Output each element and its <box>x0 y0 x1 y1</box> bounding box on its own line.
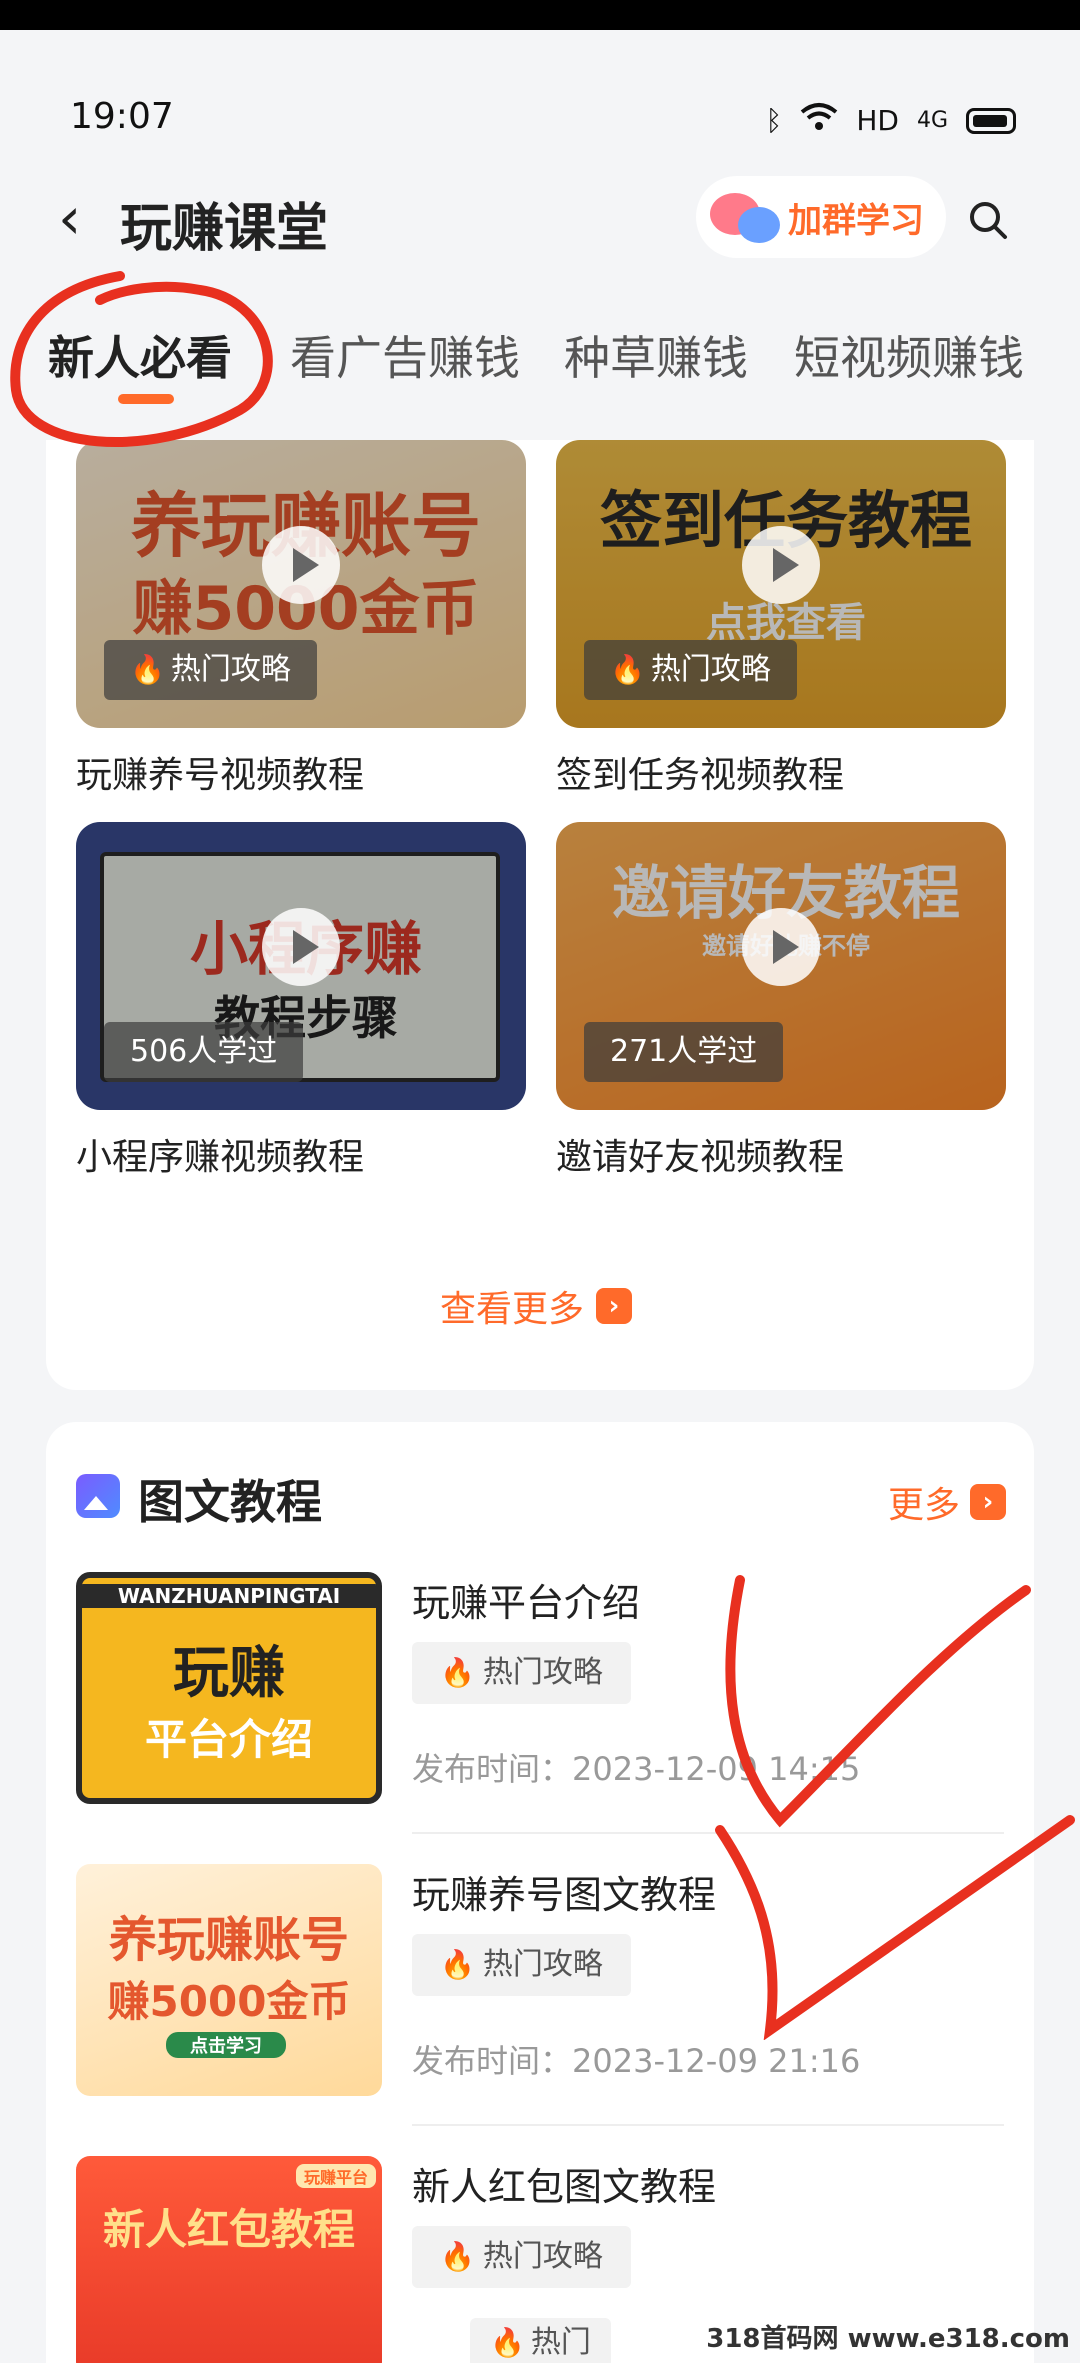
article-publish-time: 发布时间：2023-12-09 21:16 <box>412 2042 861 2080</box>
video-badge: 271人学过 <box>584 1022 784 1082</box>
divider <box>412 1832 1004 1834</box>
tab-newcomer[interactable]: 新人必看 <box>48 322 232 388</box>
status-bar: 19:07 ᛒ HD 4G <box>0 30 1080 160</box>
floating-hot-tag: 🔥 热门 <box>470 2318 611 2363</box>
video-card-4[interactable]: 邀请好友教程 邀请好礼赚不停 271人学过 <box>556 822 1006 1110</box>
wifi-icon <box>800 102 838 139</box>
image-icon <box>76 1474 120 1518</box>
signal-icon: 4G <box>916 108 948 133</box>
battery-icon <box>966 107 1016 134</box>
view-more-link[interactable]: 查看更多 › <box>440 1280 633 1332</box>
network-label: HD <box>856 104 899 137</box>
section-more-link[interactable]: 更多 › <box>888 1476 1006 1528</box>
article-thumb-text: 新人红包教程 <box>102 2205 355 2254</box>
article-thumb-band: 玩赚平台 <box>296 2164 376 2188</box>
article-publish-time: 发布时间：2023-12-09 14:15 <box>412 1750 861 1788</box>
chat-bubble-icon <box>710 189 780 245</box>
section-title: 图文教程 <box>138 1475 322 1529</box>
video-title[interactable]: 邀请好友视频教程 <box>556 1128 844 1180</box>
play-icon[interactable] <box>742 908 820 986</box>
video-badge: 🔥 热门攻略 <box>584 640 797 700</box>
article-title[interactable]: 新人红包图文教程 <box>412 2156 716 2211</box>
video-title[interactable]: 玩赚养号视频教程 <box>76 746 364 798</box>
divider <box>412 2124 1004 2126</box>
article-thumb-sub: 赚5000金币 <box>107 1977 351 2026</box>
article-thumb-text: 玩赚 <box>173 1641 285 1706</box>
chevron-right-icon: › <box>596 1288 633 1324</box>
join-group-label: 加群学习 <box>788 200 924 241</box>
flame-icon: 🔥 <box>490 2326 525 2359</box>
play-icon[interactable] <box>742 526 820 604</box>
page-title: 玩赚课堂 <box>120 199 329 259</box>
active-tab-indicator <box>118 394 174 404</box>
video-card-3[interactable]: 小程序赚 教程步骤 506人学过 <box>76 822 526 1110</box>
top-black-bar <box>0 0 1080 30</box>
video-title[interactable]: 签到任务视频教程 <box>556 746 844 798</box>
watermark: 318首码网 www.e318.com <box>706 2324 1070 2354</box>
article-tag: 🔥 热门攻略 <box>412 2226 631 2288</box>
article-tutorials-card: 图文教程 更多 › WANZHUANPINGTAI 玩赚 平台介绍 玩赚平台介绍… <box>46 1422 1034 2363</box>
status-time: 19:07 <box>70 96 174 137</box>
status-icons: ᛒ HD 4G <box>766 102 1016 139</box>
article-tag: 🔥 热门攻略 <box>412 1934 631 1996</box>
video-title[interactable]: 小程序赚视频教程 <box>76 1128 364 1180</box>
play-icon[interactable] <box>262 526 340 604</box>
article-thumb-band: 点击学习 <box>166 2032 286 2058</box>
article-tag: 🔥 热门攻略 <box>412 1642 631 1704</box>
flame-icon: 🔥 <box>440 1948 475 1981</box>
article-thumb-band: WANZHUANPINGTAI <box>82 1584 376 1608</box>
flame-icon: 🔥 <box>440 2240 475 2273</box>
video-tutorials-card: 养玩赚账号 赚5000金币 🔥热门攻略 玩赚养号视频教程 签到任务教程 点我查看… <box>46 440 1034 1390</box>
header: ‹ 玩赚课堂 加群学习 <box>0 160 1080 280</box>
article-thumb-text: 养玩赚账号 <box>108 1912 349 1968</box>
view-more-label: 查看更多 <box>440 1289 585 1330</box>
article-title[interactable]: 玩赚平台介绍 <box>412 1572 640 1627</box>
tab-ad-earn[interactable]: 看广告赚钱 <box>290 322 520 388</box>
tab-short-video-earn[interactable]: 短视频赚钱 <box>794 322 1024 388</box>
article-thumb-1[interactable]: WANZHUANPINGTAI 玩赚 平台介绍 <box>76 1572 382 1804</box>
join-group-button[interactable]: 加群学习 <box>696 176 946 258</box>
tab-seeding-earn[interactable]: 种草赚钱 <box>564 322 748 388</box>
flame-icon: 🔥 <box>440 1656 475 1689</box>
video-card-2[interactable]: 签到任务教程 点我查看 🔥 热门攻略 <box>556 440 1006 728</box>
video-badge: 506人学过 <box>104 1022 304 1082</box>
search-icon[interactable] <box>968 200 1008 240</box>
bluetooth-icon: ᛒ <box>765 104 783 137</box>
play-icon[interactable] <box>262 908 340 986</box>
back-icon[interactable]: ‹ <box>58 188 110 248</box>
flame-icon: 🔥 <box>130 653 165 686</box>
article-thumb-3[interactable]: 玩赚平台 新人红包教程 <box>76 2156 382 2363</box>
article-thumb-sub: 平台介绍 <box>144 1715 313 1764</box>
flame-icon: 🔥 <box>610 653 645 686</box>
video-card-1[interactable]: 养玩赚账号 赚5000金币 🔥热门攻略 <box>76 440 526 728</box>
article-title[interactable]: 玩赚养号图文教程 <box>412 1864 716 1919</box>
chevron-right-icon: › <box>970 1484 1006 1520</box>
video-badge: 🔥 热门攻略 <box>104 640 317 700</box>
article-thumb-2[interactable]: 养玩赚账号 赚5000金币 点击学习 <box>76 1864 382 2096</box>
